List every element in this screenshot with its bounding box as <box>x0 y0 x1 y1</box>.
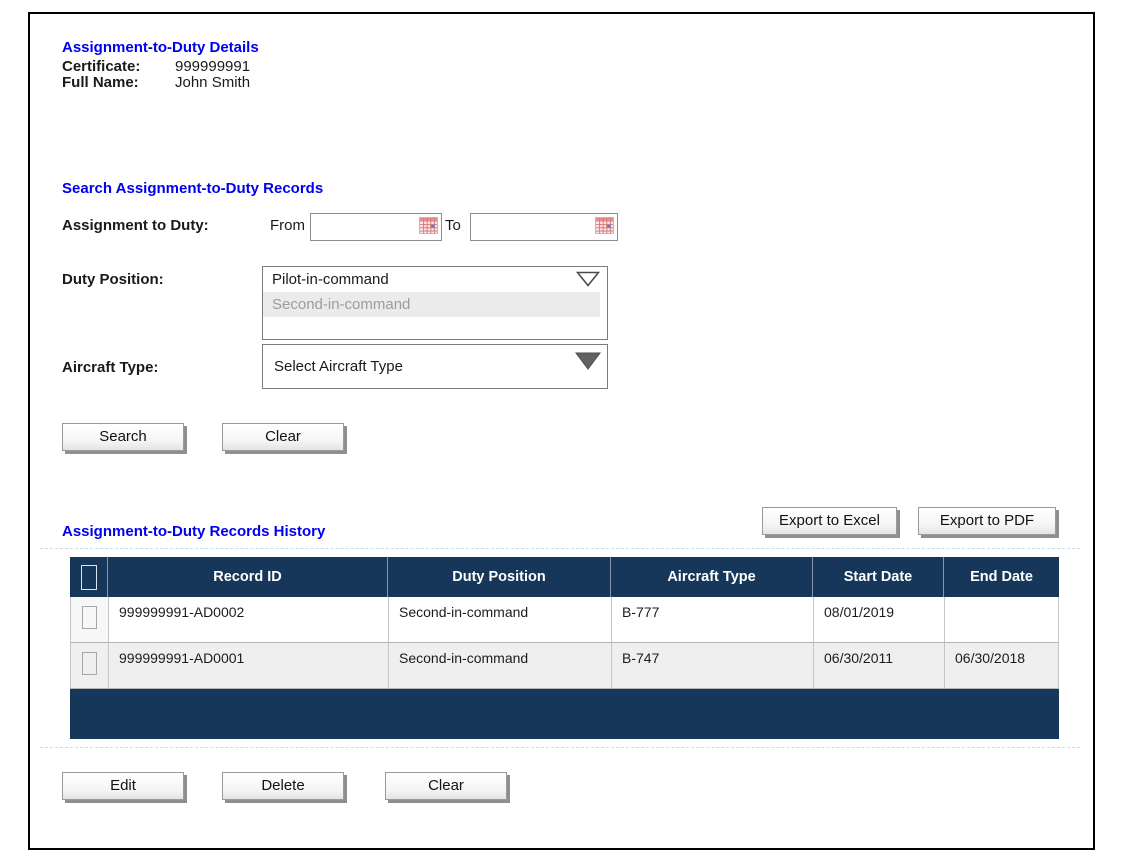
duty-position-option[interactable]: Second-in-command <box>263 292 600 317</box>
select-all-header-cell <box>70 557 107 597</box>
duty-position-cell: Second-in-command <box>388 597 611 642</box>
start-date-cell: 06/30/2011 <box>813 643 944 688</box>
select-all-checkbox[interactable] <box>80 564 97 590</box>
search-button[interactable]: Search <box>62 423 184 451</box>
table-header-row: Record ID Duty Position Aircraft Type St… <box>70 557 1059 597</box>
duty-position-listbox: Pilot-in-command Second-in-command <box>262 266 608 340</box>
dropdown-arrow-outline-icon[interactable] <box>576 271 600 287</box>
end-date-cell: 06/30/2018 <box>944 643 1060 688</box>
duty-position-label: Duty Position: <box>62 271 164 288</box>
table-row[interactable]: 999999991-AD0001 Second-in-command B-747… <box>70 643 1059 689</box>
row-checkbox[interactable] <box>82 652 97 675</box>
certificate-value: 999999991 <box>175 58 251 75</box>
aircraft-type-cell: B-777 <box>611 597 813 642</box>
column-header-end-date[interactable]: End Date <box>943 557 1059 597</box>
aircraft-type-select[interactable]: Select Aircraft Type <box>262 344 608 389</box>
from-date-field-wrap <box>310 213 442 241</box>
from-label: From <box>270 217 305 234</box>
certificate-label: Certificate: <box>62 58 141 75</box>
calendar-icon[interactable] <box>595 217 614 234</box>
section-divider <box>40 747 1080 748</box>
start-date-cell: 08/01/2019 <box>813 597 944 642</box>
edit-button[interactable]: Edit <box>62 772 184 800</box>
dropdown-arrow-filled-icon <box>575 352 601 370</box>
column-header-duty-position[interactable]: Duty Position <box>387 557 610 597</box>
clear-search-button[interactable]: Clear <box>222 423 344 451</box>
assignment-date-label: Assignment to Duty: <box>62 217 209 234</box>
export-to-pdf-button[interactable]: Export to PDF <box>918 507 1056 535</box>
records-table: Record ID Duty Position Aircraft Type St… <box>70 557 1059 739</box>
section-divider <box>40 548 1080 549</box>
export-to-excel-button[interactable]: Export to Excel <box>762 507 897 535</box>
row-checkbox-cell <box>71 597 108 642</box>
full-name-label: Full Name: <box>62 74 139 91</box>
table-row[interactable]: 999999991-AD0002 Second-in-command B-777… <box>70 597 1059 643</box>
calendar-icon[interactable] <box>419 217 438 234</box>
duty-position-cell: Second-in-command <box>388 643 611 688</box>
duty-position-option-text: Second-in-command <box>272 296 411 313</box>
aircraft-type-label: Aircraft Type: <box>62 359 159 376</box>
record-id-cell: 999999991-AD0002 <box>108 597 388 642</box>
table-footer-bar <box>70 689 1059 739</box>
clear-selection-button[interactable]: Clear <box>385 772 507 800</box>
page-frame: Assignment-to-Duty Details Certificate: … <box>28 12 1095 850</box>
duty-position-selected-text: Pilot-in-command <box>272 271 389 288</box>
aircraft-type-selected-text: Select Aircraft Type <box>274 358 403 375</box>
full-name-value: John Smith <box>175 74 251 91</box>
row-checkbox[interactable] <box>82 606 97 629</box>
end-date-cell <box>944 597 1060 642</box>
column-header-aircraft-type[interactable]: Aircraft Type <box>610 557 812 597</box>
history-section-heading: Assignment-to-Duty Records History <box>62 523 326 540</box>
column-header-record-id[interactable]: Record ID <box>107 557 387 597</box>
delete-button[interactable]: Delete <box>222 772 344 800</box>
column-header-start-date[interactable]: Start Date <box>812 557 943 597</box>
to-date-field-wrap <box>470 213 618 241</box>
page-title: Assignment-to-Duty Details <box>62 39 259 56</box>
to-label: To <box>445 217 461 234</box>
aircraft-type-cell: B-747 <box>611 643 813 688</box>
search-section-heading: Search Assignment-to-Duty Records <box>62 180 324 197</box>
record-id-cell: 999999991-AD0001 <box>108 643 388 688</box>
row-checkbox-cell <box>71 643 108 688</box>
duty-position-selected-option[interactable]: Pilot-in-command <box>263 267 607 292</box>
